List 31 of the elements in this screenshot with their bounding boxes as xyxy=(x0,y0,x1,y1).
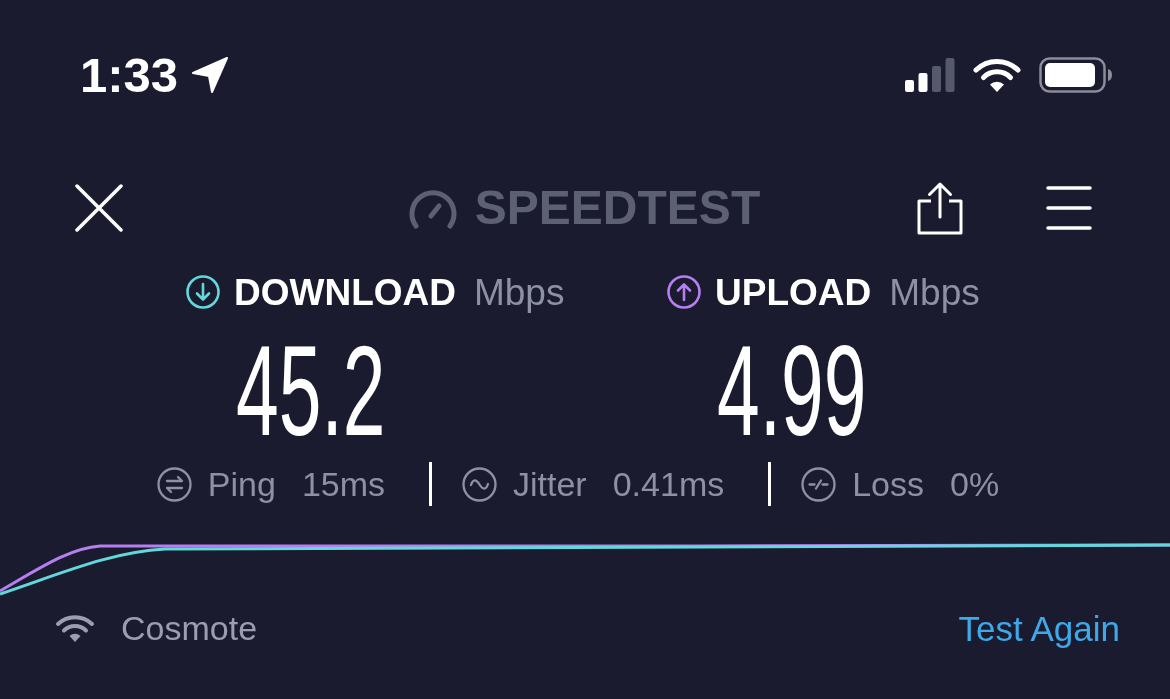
wifi-icon xyxy=(973,57,1021,93)
share-icon xyxy=(916,181,964,235)
wifi-icon xyxy=(55,613,95,643)
stat-value: 0.41ms xyxy=(612,467,725,501)
stat-label: Ping xyxy=(207,467,276,501)
metric-unit: Mbps xyxy=(473,273,565,311)
signal-bars-icon xyxy=(905,58,955,92)
close-icon xyxy=(75,184,123,232)
gauge-icon xyxy=(406,187,459,229)
stat-value: 0% xyxy=(950,467,1000,501)
share-button[interactable] xyxy=(916,181,964,235)
status-time: 1:33 xyxy=(80,50,179,100)
stat-value: 15ms xyxy=(301,467,385,501)
battery-icon xyxy=(1039,57,1113,93)
metric-unit: Mbps xyxy=(889,273,980,311)
stat-label: Loss xyxy=(852,467,925,501)
network-name: Cosmote xyxy=(121,611,258,645)
metric-value: 45.2 xyxy=(236,327,386,455)
location-arrow-icon xyxy=(190,55,231,95)
logo-text: SPEEDTEST xyxy=(474,184,761,232)
menu-button[interactable] xyxy=(1046,185,1092,231)
metric-label: UPLOAD xyxy=(715,273,872,311)
metric-label: DOWNLOAD xyxy=(234,273,456,311)
menu-icon xyxy=(1046,185,1092,231)
ping-arrows-icon xyxy=(156,466,192,502)
metric-value: 4.99 xyxy=(717,327,867,455)
test-again-link[interactable]: Test Again xyxy=(958,610,1120,646)
stat-label: Jitter xyxy=(513,467,587,501)
dash-slash-icon xyxy=(801,466,837,502)
wave-icon xyxy=(462,466,497,502)
close-button[interactable] xyxy=(75,184,123,232)
